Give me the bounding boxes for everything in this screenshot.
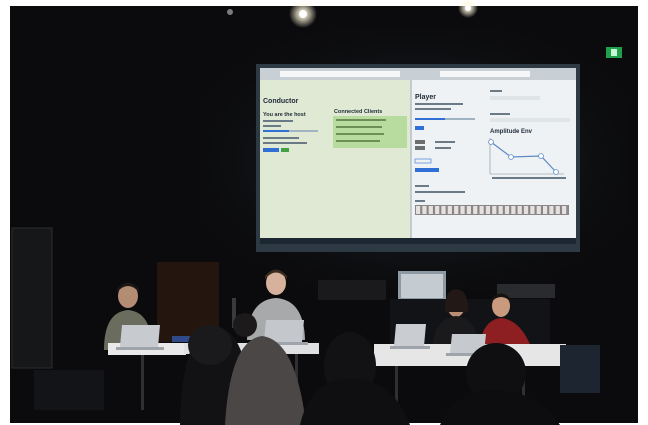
piano-key: [492, 206, 497, 214]
clients-heading: Connected Clients: [334, 109, 382, 115]
piano-keyboard: [415, 205, 569, 215]
laptop-icon: [116, 325, 164, 350]
piano-key: [555, 206, 560, 214]
graph-labels: [492, 177, 566, 179]
left-progress-fill: [263, 130, 289, 132]
piano-key: [466, 206, 471, 214]
ceiling-light-icon: [465, 5, 471, 11]
piano-key: [479, 206, 484, 214]
select-box: [490, 96, 540, 100]
piano-key: [416, 206, 421, 214]
right-info-line: [415, 146, 425, 150]
left-panel-title: Conductor: [263, 98, 299, 105]
ceiling-light-icon: [299, 10, 307, 18]
client-row: [336, 140, 380, 142]
piano-key: [530, 206, 535, 214]
address-bar-left: [280, 71, 400, 77]
left-speaker: [11, 227, 53, 369]
piano-key: [536, 206, 541, 214]
piano-key: [435, 206, 440, 214]
piano-key: [485, 206, 491, 214]
piano-shape: [318, 280, 386, 300]
right-info-line: [415, 191, 465, 193]
envelope-point: [538, 153, 544, 159]
right-info-line: [415, 185, 429, 187]
piano-key: [523, 206, 529, 214]
piano-key: [517, 206, 522, 214]
laptop-icon: [390, 324, 430, 349]
client-row: [336, 126, 382, 128]
piano-key: [473, 206, 478, 214]
client-row: [336, 133, 384, 135]
left-info-line: [263, 142, 307, 144]
right-blue-button: [415, 126, 424, 130]
right-progress-fill: [415, 118, 445, 120]
graph-heading: Amplitude Env: [490, 129, 533, 135]
piano-key: [562, 206, 567, 214]
audience-head: [233, 313, 257, 337]
envelope-point: [508, 154, 514, 160]
apple-monitor-screen: [401, 274, 443, 298]
right-info-line: [415, 140, 425, 144]
presentation-photo: Conductor You are the host Connected Cli…: [0, 0, 648, 425]
select-box: [490, 118, 570, 122]
audience-head: [188, 325, 232, 365]
chair: [34, 370, 104, 410]
exit-sign-figure: [611, 49, 617, 56]
right-blue-button-2: [415, 168, 439, 172]
taskbar: [260, 238, 576, 244]
left-green-button: [281, 148, 289, 152]
right-info-line: [415, 200, 425, 202]
piano-key: [428, 206, 433, 214]
chair: [560, 345, 600, 393]
piano-key: [454, 206, 459, 214]
right-info-line: [435, 141, 455, 143]
left-info-line: [263, 125, 281, 127]
left-info-line: [263, 120, 293, 122]
piano-key: [504, 206, 510, 214]
envelope-point: [553, 169, 559, 175]
piano-key: [549, 206, 554, 214]
right-panel-title: Player: [415, 94, 436, 101]
piano-key: [543, 206, 548, 214]
left-blue-button: [263, 148, 279, 152]
piano-key: [422, 206, 427, 214]
right-info-line: [415, 103, 463, 105]
piano-key: [511, 206, 516, 214]
piano-key: [441, 206, 446, 214]
select-label: [490, 113, 510, 115]
left-panel-subtitle: You are the host: [263, 112, 306, 118]
select-label: [490, 90, 502, 92]
piano-key: [447, 206, 452, 214]
blue-device: [172, 336, 190, 342]
table-leg: [141, 355, 144, 410]
ceiling-light-icon: [227, 9, 233, 15]
left-info-line: [263, 137, 299, 139]
piano-key: [460, 206, 465, 214]
right-info-line: [415, 108, 451, 110]
client-row: [336, 119, 386, 121]
address-bar-right: [440, 71, 530, 77]
envelope-point: [488, 139, 494, 145]
right-info-line: [435, 147, 451, 149]
piano-key: [498, 206, 503, 214]
